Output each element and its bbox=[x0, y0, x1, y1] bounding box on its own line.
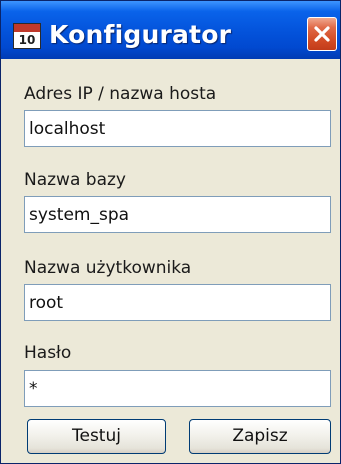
database-label: Nazwa bazy bbox=[24, 170, 126, 190]
password-input[interactable] bbox=[24, 370, 331, 407]
username-input[interactable] bbox=[24, 284, 331, 321]
calendar-header bbox=[14, 24, 40, 32]
host-label: Adres IP / nazwa hosta bbox=[24, 84, 217, 104]
username-label: Nazwa użytkownika bbox=[24, 258, 192, 278]
close-icon bbox=[314, 26, 330, 42]
save-button[interactable]: Zapisz bbox=[189, 419, 331, 454]
calendar-icon: 10 bbox=[13, 23, 41, 49]
test-button[interactable]: Testuj bbox=[27, 419, 166, 454]
close-button[interactable] bbox=[307, 17, 337, 51]
calendar-number: 10 bbox=[18, 33, 36, 47]
database-input[interactable] bbox=[24, 196, 331, 233]
title-bar[interactable]: 10 Konfigurator bbox=[1, 1, 340, 59]
host-input[interactable] bbox=[24, 110, 331, 147]
password-label: Hasło bbox=[24, 343, 72, 363]
config-window: 10 Konfigurator Adres IP / nazwa hosta N… bbox=[0, 0, 341, 464]
window-title: Konfigurator bbox=[49, 20, 232, 49]
